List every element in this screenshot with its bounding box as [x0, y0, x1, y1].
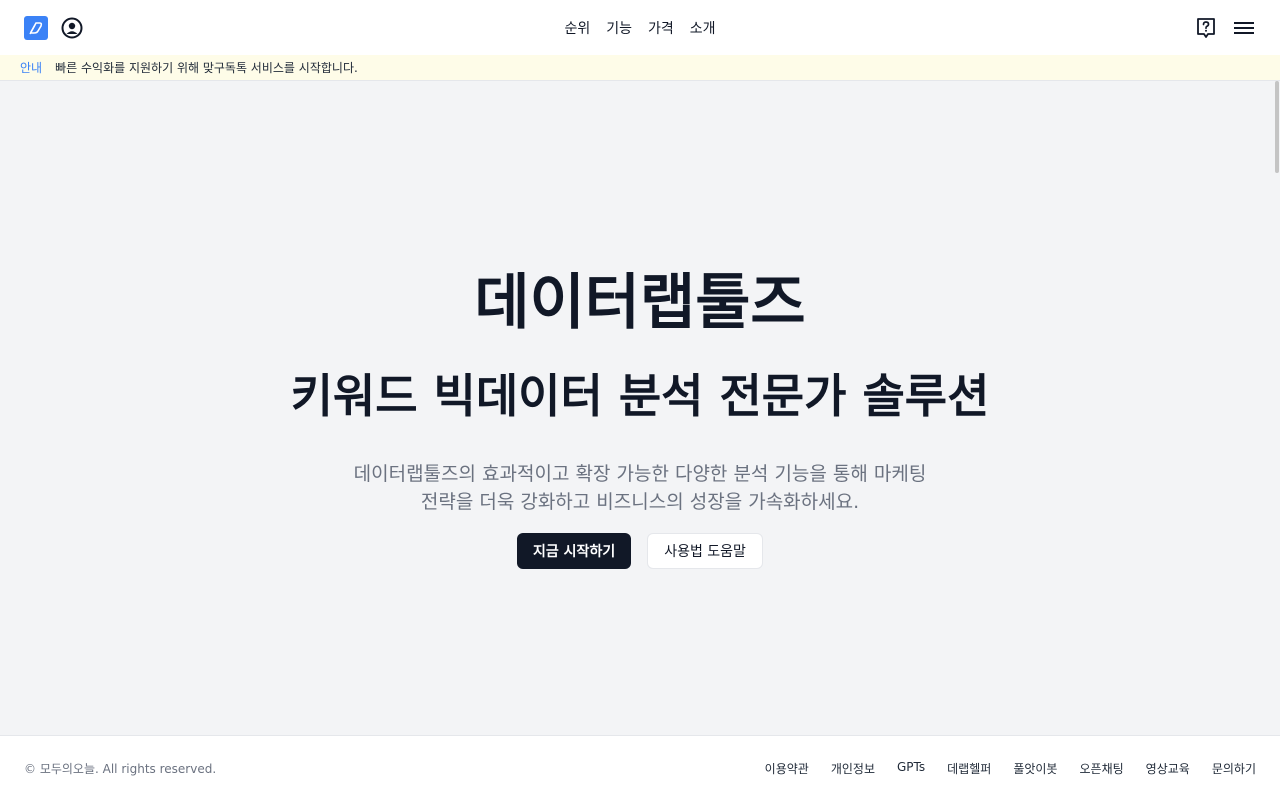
page-scrollbar[interactable] [1274, 81, 1280, 735]
user-circle-icon[interactable] [60, 16, 84, 40]
logo-mark [29, 21, 43, 34]
user-circle-svg [61, 17, 83, 38]
nav-item-pricing[interactable]: 가격 [648, 18, 674, 38]
footer-link-contact[interactable]: 문의하기 [1212, 760, 1256, 777]
get-started-button[interactable]: 지금 시작하기 [517, 533, 632, 569]
top-header: 순위 기능 가격 소개 [0, 0, 1280, 55]
notice-banner: 안내 빠른 수익화를 지원하기 위해 맞구독톡 서비스를 시작합니다. [0, 55, 1280, 81]
nav-item-rank[interactable]: 순위 [564, 18, 590, 38]
menu-svg [1234, 21, 1254, 34]
main-nav: 순위 기능 가격 소개 [564, 18, 715, 38]
footer-link-helper[interactable]: 데랩헬퍼 [947, 760, 991, 777]
scrollbar-thumb[interactable] [1275, 81, 1279, 173]
hero-title: 데이터랩툴즈 [474, 268, 806, 338]
hero-buttons: 지금 시작하기 사용법 도움말 [0, 533, 1280, 569]
hero-desc-line-1: 데이터랩툴즈의 효과적이고 확장 가능한 다양한 분석 기능을 통해 마케팅 [353, 463, 927, 485]
hero-description: 데이터랩툴즈의 효과적이고 확장 가능한 다양한 분석 기능을 통해 마케팅 전… [0, 460, 1280, 516]
datalab-logo-icon[interactable] [24, 15, 48, 40]
nav-item-features[interactable]: 기능 [606, 18, 632, 38]
hero-desc-line-2: 전략을 더욱 강화하고 비즈니스의 성장을 가속화하세요. [420, 491, 860, 513]
help-guide-button[interactable]: 사용법 도움말 [647, 533, 763, 569]
help-question-icon[interactable] [1194, 16, 1218, 40]
copyright-text: © 모두의오늘. All rights reserved. [24, 761, 217, 776]
hero-section: 데이터랩툴즈 키워드 빅데이터 분석 전문가 솔루션 데이터랩툴즈의 효과적이고… [0, 81, 1274, 735]
footer-link-privacy[interactable]: 개인정보 [831, 760, 875, 777]
help-svg [1197, 17, 1215, 38]
footer-link-bot[interactable]: 풀앗이봇 [1013, 760, 1057, 777]
hamburger-menu-icon[interactable] [1232, 16, 1256, 40]
page-footer: © 모두의오늘. All rights reserved. 이용약관 개인정보 … [0, 735, 1280, 800]
notice-text[interactable]: 빠른 수익화를 지원하기 위해 맞구독톡 서비스를 시작합니다. [55, 59, 358, 76]
hero-subtitle: 키워드 빅데이터 분석 전문가 솔루션 [290, 369, 990, 423]
nav-item-about[interactable]: 소개 [690, 18, 716, 38]
footer-link-video[interactable]: 영상교육 [1146, 760, 1190, 777]
footer-link-openchat[interactable]: 오픈채팅 [1079, 760, 1123, 777]
footer-link-terms[interactable]: 이용약관 [765, 760, 809, 777]
footer-link-gpts[interactable]: GPTs [897, 760, 925, 777]
footer-links: 이용약관 개인정보 GPTs 데랩헬퍼 풀앗이봇 오픈채팅 영상교육 문의하기 [765, 760, 1256, 777]
header-left [24, 15, 84, 40]
notice-tag: 안내 [20, 61, 43, 75]
header-right [1194, 16, 1256, 40]
